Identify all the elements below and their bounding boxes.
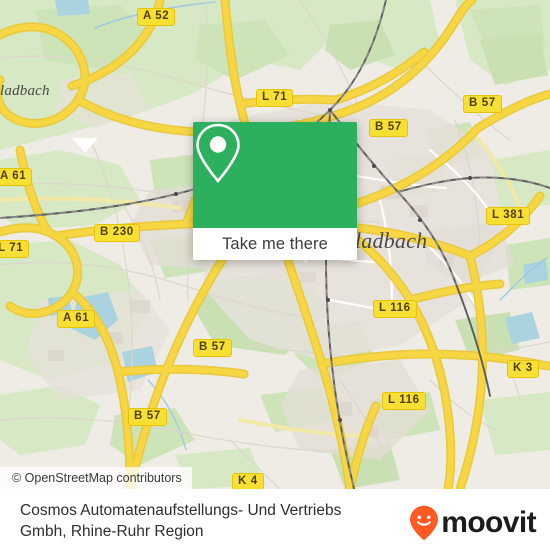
callout-pin-panel (193, 122, 357, 228)
place-label-gladbach-east: ladbach (355, 228, 428, 253)
map-page: .grn { fill:#d6e8c4; } .grn2 { fill:#cde… (0, 0, 550, 550)
road-shield-l381: L 381 (486, 207, 531, 225)
road-shield-a52: A 52 (137, 8, 176, 26)
take-me-there-label: Take me there (222, 234, 328, 253)
road-shield-a61-s: A 61 (57, 310, 96, 328)
footer-bar: Cosmos Automatenaufstellungs- Und Vertri… (0, 489, 550, 550)
road-shield-b57-n: B 57 (369, 119, 408, 137)
osm-attribution[interactable]: © OpenStreetMap contributors (0, 467, 192, 489)
map-pin-icon (196, 123, 240, 183)
callout-pointer-tail (72, 138, 98, 153)
take-me-there-callout[interactable]: Take me there (193, 122, 357, 260)
road-shield-b57-c: B 57 (193, 339, 232, 357)
moovit-logo[interactable]: moovit (409, 505, 537, 541)
road-shield-l71-w: L 71 (0, 240, 30, 258)
place-title: Cosmos Automatenaufstellungs- Und Vertri… (20, 502, 342, 540)
road-shield-b57-ne: B 57 (463, 95, 502, 113)
road-shield-l116-s: L 116 (382, 392, 426, 410)
road-shield-b57-sw: B 57 (128, 408, 167, 426)
road-shield-l71: L 71 (256, 89, 294, 107)
road-shield-a61-n: A 61 (0, 168, 33, 186)
road-shield-k4: K 4 (232, 473, 264, 489)
moovit-pin-smile-icon (410, 505, 439, 541)
road-shield-k3: K 3 (507, 360, 539, 378)
map-canvas[interactable]: .grn { fill:#d6e8c4; } .grn2 { fill:#cde… (0, 0, 550, 489)
callout-action-bar[interactable]: Take me there (193, 228, 357, 260)
road-shield-l116-n: L 116 (373, 300, 417, 318)
place-label-gladbach-west: ladbach (0, 83, 50, 99)
moovit-wordmark: moovit (441, 506, 536, 539)
road-shield-b230: B 230 (94, 224, 140, 242)
